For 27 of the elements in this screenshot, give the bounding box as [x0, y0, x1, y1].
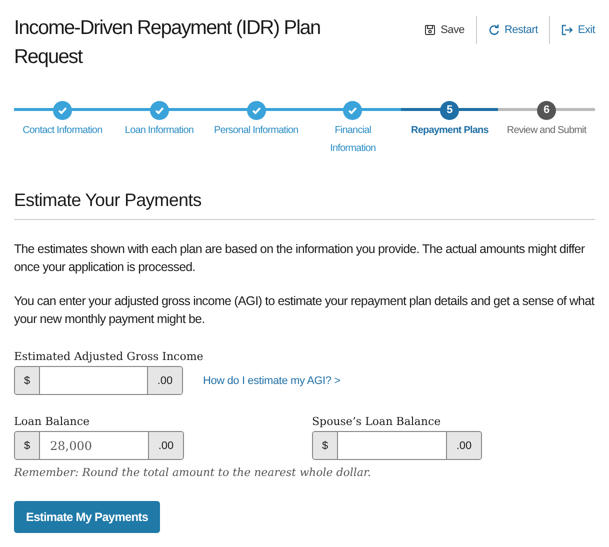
hint-text: Remember: Round the total amount to the nearest whole dollar.	[14, 466, 372, 479]
field-label: Estimated Adjusted Gross Income	[14, 350, 204, 363]
page-title: Income-Driven Repayment (IDR) Plan Request	[14, 16, 322, 70]
save-button[interactable]: Save	[412, 16, 476, 44]
section-heading: Estimate Your Payments	[14, 190, 595, 220]
estimate-button[interactable]: Estimate My Payments	[14, 501, 160, 533]
step-label[interactable]: Personal Information	[212, 122, 300, 140]
amount-field[interactable]: $ .00	[14, 366, 183, 395]
step-number: 6	[537, 100, 556, 120]
exit-button[interactable]: Exit	[548, 16, 595, 44]
paragraph: The estimates shown with each plan are based on the information you provide. The actual amounts might differ once your application is processed.	[14, 241, 586, 276]
save-icon	[424, 24, 436, 36]
step-label[interactable]: Repayment Plans	[409, 122, 490, 140]
restart-icon	[488, 24, 500, 36]
paragraph: You can enter your adjusted gross income (AGI) to estimate your repayment plan details and get a sense of what your new monthly payment might be.	[14, 293, 595, 328]
restart-button[interactable]: Restart	[476, 16, 549, 44]
amount-field[interactable]: $ 28,000 .00	[14, 431, 184, 460]
amount-field[interactable]: $ .00	[312, 431, 482, 460]
step-label[interactable]: Loan Information	[122, 122, 196, 140]
exit-icon	[560, 24, 573, 36]
field-label: Spouse’s Loan Balance	[312, 415, 442, 428]
step-label[interactable]: Contact Information	[20, 122, 104, 140]
step-number: 5	[440, 100, 460, 120]
field-label: Loan Balance	[14, 415, 91, 428]
help-link[interactable]: How do I estimate my AGI? >	[203, 374, 340, 386]
step-label[interactable]: Financial Information	[304, 122, 402, 158]
step-label[interactable]: Review and Submit	[504, 122, 588, 140]
